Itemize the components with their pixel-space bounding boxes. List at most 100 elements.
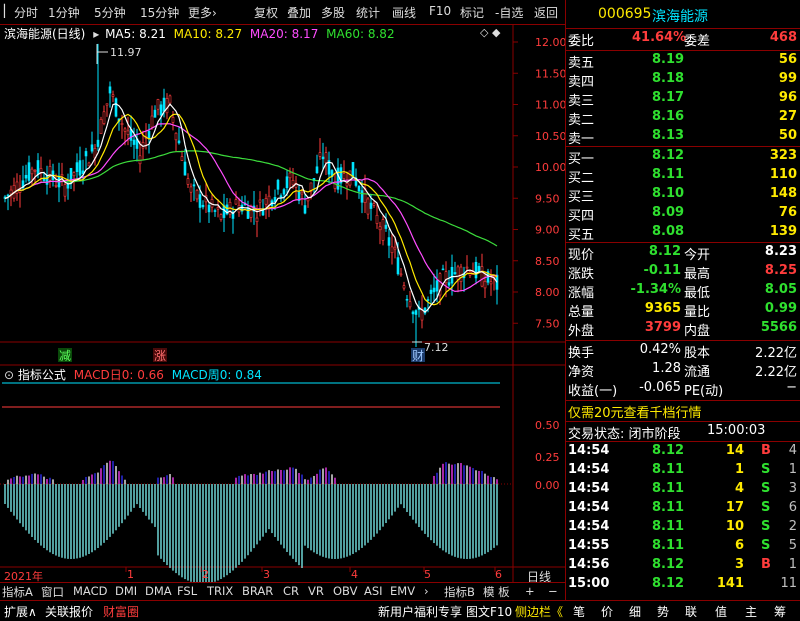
f10-button[interactable]: F10 <box>429 4 451 18</box>
macd-title[interactable]: 指标公式 <box>18 368 66 382</box>
candle-body <box>87 162 91 167</box>
candle-body <box>426 299 430 301</box>
new-user-button[interactable]: 新用户福利专享 <box>378 603 462 620</box>
weibi-row: 委比 41.64% 委差 468 <box>566 30 800 50</box>
price-tick-8: 8.00 <box>535 286 560 299</box>
duogu-button[interactable]: 多股 <box>321 4 345 21</box>
tab-zhi[interactable]: 值 <box>715 603 727 620</box>
sidebar-toggle-button[interactable]: 侧边栏《 <box>515 603 563 620</box>
event-marker-jian[interactable]: 减 <box>59 349 71 363</box>
price-axis: 12.00 11.50 11.00 10.50 10.00 9.50 9.00 8.50 8.0… <box>513 36 565 330</box>
candle-body <box>27 162 31 181</box>
diejia-button[interactable]: 叠加 <box>287 4 311 21</box>
sell-volume: 96 <box>778 90 797 105</box>
tab-asi[interactable]: ASI <box>364 584 383 598</box>
quote-value: 8.12 <box>648 244 681 259</box>
tab-chou[interactable]: 筹 <box>774 603 786 620</box>
sell-label: 卖三 <box>568 94 595 109</box>
tab-jia[interactable]: 价 <box>601 603 613 620</box>
tab-scroll-right[interactable]: › <box>424 584 429 598</box>
candle-body <box>291 179 295 186</box>
candle-body <box>366 198 370 215</box>
dropdown-icon[interactable]: ▸ <box>93 27 99 41</box>
tab-1min[interactable]: 1分钟 <box>48 4 80 21</box>
menu-icon[interactable]: ▏ <box>4 4 13 18</box>
fuquan-button[interactable]: 复权 <box>254 4 278 21</box>
quote-value: 5566 <box>760 320 797 335</box>
buy-level-2: 买二 8.11 110 <box>566 167 800 187</box>
remove-window-button[interactable]: − <box>548 584 558 598</box>
related-quote-button[interactable]: 关联报价 <box>45 603 93 620</box>
candle-body <box>102 111 106 124</box>
tab-window[interactable]: 窗口 <box>41 584 64 600</box>
price-tick-9: 7.50 <box>535 317 560 330</box>
tab-macd[interactable]: MACD <box>73 584 107 598</box>
tab-indicator-a[interactable]: 指标A <box>2 584 33 600</box>
candle-body <box>120 123 124 125</box>
tab-emv[interactable]: EMV <box>390 584 415 598</box>
tab-trix[interactable]: TRIX <box>207 584 233 598</box>
add-window-button[interactable]: + <box>525 584 535 598</box>
tab-indicator-b[interactable]: 指标B <box>444 584 475 600</box>
candle-body <box>282 189 286 195</box>
tab-xi[interactable]: 细 <box>629 603 641 620</box>
tab-vr[interactable]: VR <box>308 584 324 598</box>
chart-settings-icon[interactable]: ◇ ◆ <box>480 26 500 39</box>
tab-dmi[interactable]: DMI <box>115 584 137 598</box>
ma20-label: MA20: 8.17 <box>249 27 319 41</box>
sell-level-5: 卖五 8.19 56 <box>566 52 800 72</box>
stock-name: 滨海能源 <box>652 9 708 25</box>
quote-label: 总量 <box>568 305 595 320</box>
tab-5min[interactable]: 5分钟 <box>94 4 126 21</box>
tongji-button[interactable]: 统计 <box>356 4 380 21</box>
tab-15min[interactable]: 15分钟 <box>140 4 179 21</box>
price-tick-7: 8.50 <box>535 255 560 268</box>
tab-template[interactable]: 模 板 <box>483 584 510 600</box>
back-button[interactable]: 返回 <box>534 4 558 21</box>
quote-row: 现价 8.12 今开 8.23 <box>566 244 800 264</box>
huaxian-button[interactable]: 画线 <box>392 4 416 21</box>
promo-text[interactable]: 仅需20元查看千档行情 <box>568 402 702 421</box>
candle-body <box>264 198 268 205</box>
tick-volume: 14 <box>725 443 744 458</box>
sell-volume: 56 <box>778 52 797 67</box>
quote-value: 0.99 <box>764 301 797 316</box>
quote-value: 8.25 <box>764 263 797 278</box>
tab-shi[interactable]: 势 <box>657 603 669 620</box>
candle-body <box>216 207 220 210</box>
tab-dma[interactable]: DMA <box>145 584 172 598</box>
tab-brar[interactable]: BRAR <box>242 584 273 598</box>
candle-body <box>114 98 118 117</box>
tick-time: 14:54 <box>568 462 610 477</box>
tab-obv[interactable]: OBV <box>333 584 357 598</box>
tick-volume: 3 <box>734 557 744 572</box>
tab-fsl[interactable]: FSL <box>177 584 197 598</box>
tab-bi[interactable]: 笔 <box>573 603 585 620</box>
sell-volume: 27 <box>778 109 797 124</box>
candle-body <box>303 205 307 214</box>
wealth-circle-button[interactable]: 财富圈 <box>103 603 139 620</box>
tab-lian[interactable]: 联 <box>685 603 697 620</box>
tab-cr[interactable]: CR <box>283 584 299 598</box>
expand-button[interactable]: 扩展∧ <box>4 603 37 620</box>
zixuan-button[interactable]: -自选 <box>495 4 523 21</box>
candle-body <box>234 199 238 205</box>
promo-row[interactable]: 仅需20元查看千档行情 <box>566 402 800 422</box>
price-tick-3: 10.50 <box>535 130 565 143</box>
tab-more[interactable]: 更多› <box>188 4 217 21</box>
macd-day-label: MACD日0: 0.66 <box>73 368 164 382</box>
event-marker-cai[interactable]: 财 <box>412 349 424 363</box>
tick-count: 1 <box>788 557 797 572</box>
biaoji-button[interactable]: 标记 <box>460 4 484 21</box>
event-marker-zhang[interactable]: 涨 <box>154 348 166 363</box>
candle-body <box>447 282 451 286</box>
buy-level-4: 买四 8.09 76 <box>566 205 800 225</box>
candle-body <box>60 174 64 177</box>
tab-fenshi[interactable]: 分时 <box>14 4 38 21</box>
f10-graphic-button[interactable]: 图文F10 <box>466 603 512 620</box>
quote-label: 涨跌 <box>568 267 595 282</box>
macd-tick-1: 0.25 <box>535 451 560 464</box>
macd-dropdown-icon[interactable]: ⊙ <box>4 368 14 382</box>
kline-chart[interactable]: 12.0011.5011.0010.5010.009.509.008.508.0… <box>0 24 565 582</box>
tab-zhu[interactable]: 主 <box>745 603 757 620</box>
